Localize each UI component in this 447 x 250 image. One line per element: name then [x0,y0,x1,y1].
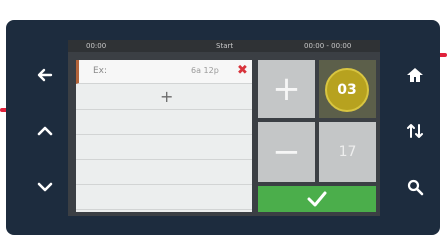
list-item[interactable] [76,185,252,210]
delete-icon[interactable]: ✖ [237,63,248,78]
list-item[interactable] [76,160,252,185]
confirm-button[interactable] [258,186,376,212]
list-item-label: Ex: [93,66,108,76]
home-button[interactable] [400,60,430,90]
add-icon: + [160,87,174,106]
list-item[interactable] [76,135,252,160]
add-row[interactable]: + [76,85,252,110]
list-item[interactable] [76,110,252,135]
schedule-list: Ex: 6a 12p ✖ + [76,60,252,212]
search-button[interactable] [400,172,430,202]
dial-value[interactable]: 03 [325,68,369,112]
checkmark-icon [307,191,327,207]
scroll-down-button[interactable] [30,172,60,202]
swap-button[interactable] [400,116,430,146]
list-item-selected[interactable]: Ex: 6a 12p ✖ [76,60,252,84]
chevron-down-icon [37,182,53,192]
list-item-times: 6a 12p [191,66,219,75]
secondary-value[interactable]: 17 [319,122,376,182]
home-icon [407,68,423,82]
status-right-text: 00:00 - 00:00 [304,42,352,50]
display-screen: 00:00 Start 00:00 - 00:00 Ex: 6a 12p ✖ +… [68,40,380,216]
status-left-text: 00:00 [86,42,107,50]
swap-icon [407,124,423,138]
increment-button[interactable]: + [258,60,315,118]
status-center-text: Start [216,42,234,50]
back-button[interactable] [30,60,60,90]
back-arrow-icon [37,68,53,82]
value-panel: 03 [319,60,376,118]
status-bar: 00:00 Start 00:00 - 00:00 [68,40,380,52]
chevron-up-icon [37,126,53,136]
scroll-up-button[interactable] [30,116,60,146]
search-icon [407,179,424,196]
decrement-button[interactable]: − [258,122,315,182]
